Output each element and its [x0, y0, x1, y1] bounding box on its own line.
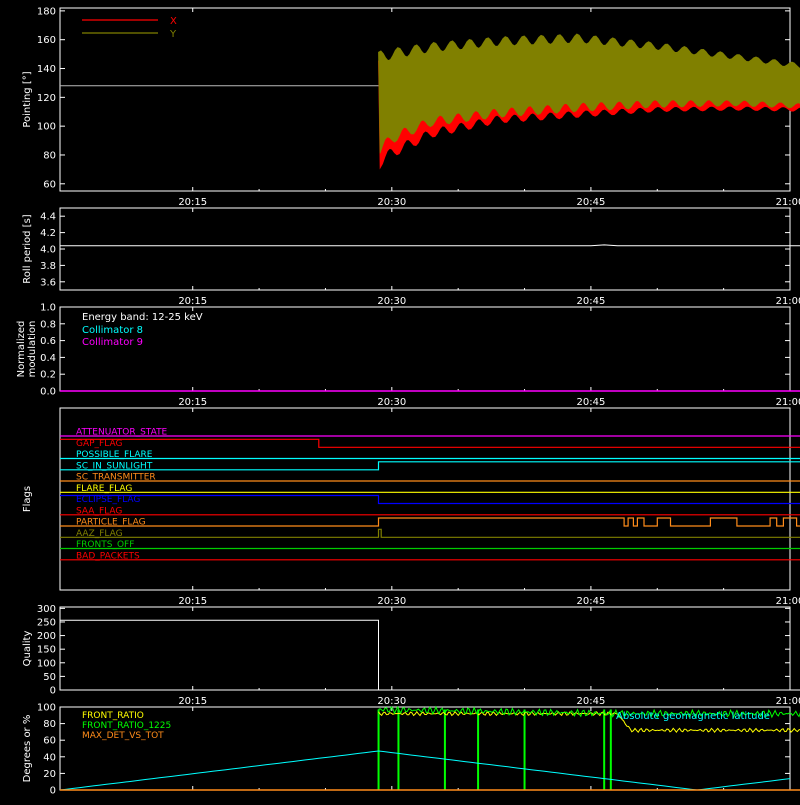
modulation-xtick-label: 21:00: [776, 397, 800, 408]
quality-ytick-label: 200: [37, 631, 56, 642]
pointing-ytick-label: 140: [37, 64, 56, 75]
flags-xtick-label: 21:00: [776, 596, 800, 607]
modulation-legend-label: Collimator 9: [82, 337, 143, 348]
roll-period-ylabel: Roll period [s]: [22, 214, 33, 283]
quality-ytick-label: 50: [43, 672, 56, 683]
modulation-ytick-label: 1.0: [40, 303, 56, 314]
lower-ytick-label: 80: [43, 719, 56, 730]
pointing-xtick-label: 20:45: [576, 197, 605, 208]
roll-period-ytick-label: 3.8: [40, 261, 56, 272]
flag-line-aaz_flag: [60, 529, 800, 537]
modulation-ytick-label: 0.8: [40, 319, 56, 330]
telemetry-dashboard: 60 80 100 120 140 160 180 Pointing [°] 20:15 20:3…: [0, 0, 800, 800]
roll-period-xtick-label: 20:15: [178, 296, 207, 307]
pointing-legend-label-Y: Y: [169, 29, 177, 40]
quality-ytick-label: 150: [37, 645, 56, 656]
quality-ytick-label: 250: [37, 617, 56, 628]
flag-label-fronts_off: FRONTS_OFF: [76, 540, 134, 550]
flag-label-bad_packets: BAD_PACKETS: [76, 551, 140, 561]
roll-period-frame: [60, 208, 790, 290]
flags-xtick-label: 20:30: [377, 596, 406, 607]
roll-period-xtick-label: 20:45: [576, 296, 605, 307]
flag-label-particle_flag: PARTICLE_FLAG: [76, 518, 146, 528]
roll-period-line: [60, 245, 800, 246]
pointing-ytick-label: 80: [43, 150, 56, 161]
flag-label-gap_flag: GAP_FLAG: [76, 439, 122, 449]
pointing-xtick-label: 20:30: [377, 197, 406, 208]
pointing-ytick-label: 120: [37, 93, 56, 104]
quality-xtick-label: 21:00: [776, 696, 800, 707]
flags-ylabel: Flags: [22, 486, 33, 512]
quality-line: [60, 620, 800, 690]
quality-xtick-label: 20:45: [576, 696, 605, 707]
flag-line-eclipse_flag: [60, 496, 800, 504]
pointing-legend-label-X: X: [170, 16, 177, 27]
lower-ytick-label: 20: [43, 769, 56, 780]
lower-right-label: Absolute geomagnetic latitude: [616, 711, 770, 722]
lower-latitude-line: [60, 751, 790, 790]
flag-label-sc_transmitter: SC_TRANSMITTER: [76, 473, 156, 483]
modulation-ylabel: Normalized: [16, 321, 27, 378]
modulation-ytick-label: 0.4: [40, 353, 56, 364]
pointing-xtick-label: 21:00: [776, 197, 800, 208]
flag-label-flare_flag: FLARE_FLAG: [76, 484, 132, 494]
roll-period-ytick-label: 4.0: [40, 245, 56, 256]
flag-label-possible_flare: POSSIBLE_FLARE: [76, 450, 153, 460]
lower-ytick-label: 0: [50, 786, 56, 797]
flag-label-aaz_flag: AAZ_FLAG: [76, 529, 123, 539]
modulation-xtick-label: 20:15: [178, 397, 207, 408]
roll-period-ytick-label: 4.4: [40, 212, 56, 223]
modulation-xtick-label: 20:30: [377, 397, 406, 408]
roll-period-xtick-label: 20:30: [377, 296, 406, 307]
pointing-ytick-label: 100: [37, 122, 56, 133]
lower-ytick-label: 40: [43, 752, 56, 763]
flag-label-saa_flag: SAA_FLAG: [76, 506, 122, 516]
quality-ytick-label: 100: [37, 658, 56, 669]
roll-period-ytick-label: 4.2: [40, 228, 56, 239]
modulation-ytick-label: 0.0: [40, 387, 56, 398]
lower-ylabel: Degrees or %: [22, 715, 33, 783]
modulation-xtick-label: 20:45: [576, 397, 605, 408]
modulation-ytick-label: 0.2: [40, 370, 56, 381]
pointing-ytick-label: 180: [37, 6, 56, 17]
lower-legend-label: FRONT_RATIO_1225: [82, 721, 171, 731]
flag-line-sc_transmitter: [60, 473, 800, 481]
quality-xtick-label: 20:15: [178, 696, 207, 707]
lower-ytick-label: 100: [37, 703, 56, 714]
flag-line-sc_in_sunlight: [60, 462, 800, 470]
quality-ytick-label: 300: [37, 604, 56, 615]
pointing-xtick-label: 20:15: [178, 197, 207, 208]
pointing-ytick-label: 160: [37, 35, 56, 46]
modulation-ylabel: modulation: [27, 321, 38, 378]
flag-label-sc_in_sunlight: SC_IN_SUNLIGHT: [76, 461, 153, 471]
quality-xtick-label: 20:30: [377, 696, 406, 707]
chart-canvas: 60 80 100 120 140 160 180 Pointing [°] 20:15 20:3…: [0, 0, 800, 800]
quality-ytick-label: 0: [50, 686, 56, 697]
flag-label-eclipse_flag: ECLIPSE_FLAG: [76, 495, 140, 505]
modulation-legend-label: Collimator 8: [82, 325, 143, 336]
lower-legend-label: MAX_DET_VS_TOT: [82, 731, 164, 741]
pointing-ylabel: Pointing [°]: [22, 71, 33, 127]
flags-frame: [60, 408, 790, 590]
roll-period-xtick-label: 21:00: [776, 296, 800, 307]
flag-line-gap_flag: [60, 439, 800, 447]
modulation-ytick-label: 0.6: [40, 336, 56, 347]
lower-legend-label: FRONT_RATIO: [82, 711, 144, 721]
quality-ylabel: Quality: [22, 631, 33, 667]
modulation-annotation: Energy band: 12-25 keV: [82, 312, 203, 323]
quality-frame: [60, 607, 790, 690]
flag-label-attenuator_state: ATTENUATOR_STATE: [76, 428, 168, 438]
flags-xtick-label: 20:45: [576, 596, 605, 607]
flag-line-particle_flag: [60, 518, 800, 526]
pointing-series-Y: [379, 34, 800, 153]
flags-xtick-label: 20:15: [178, 596, 207, 607]
lower-ytick-label: 60: [43, 736, 56, 747]
roll-period-ytick-label: 3.6: [40, 277, 56, 288]
pointing-ytick-label: 60: [43, 179, 56, 190]
